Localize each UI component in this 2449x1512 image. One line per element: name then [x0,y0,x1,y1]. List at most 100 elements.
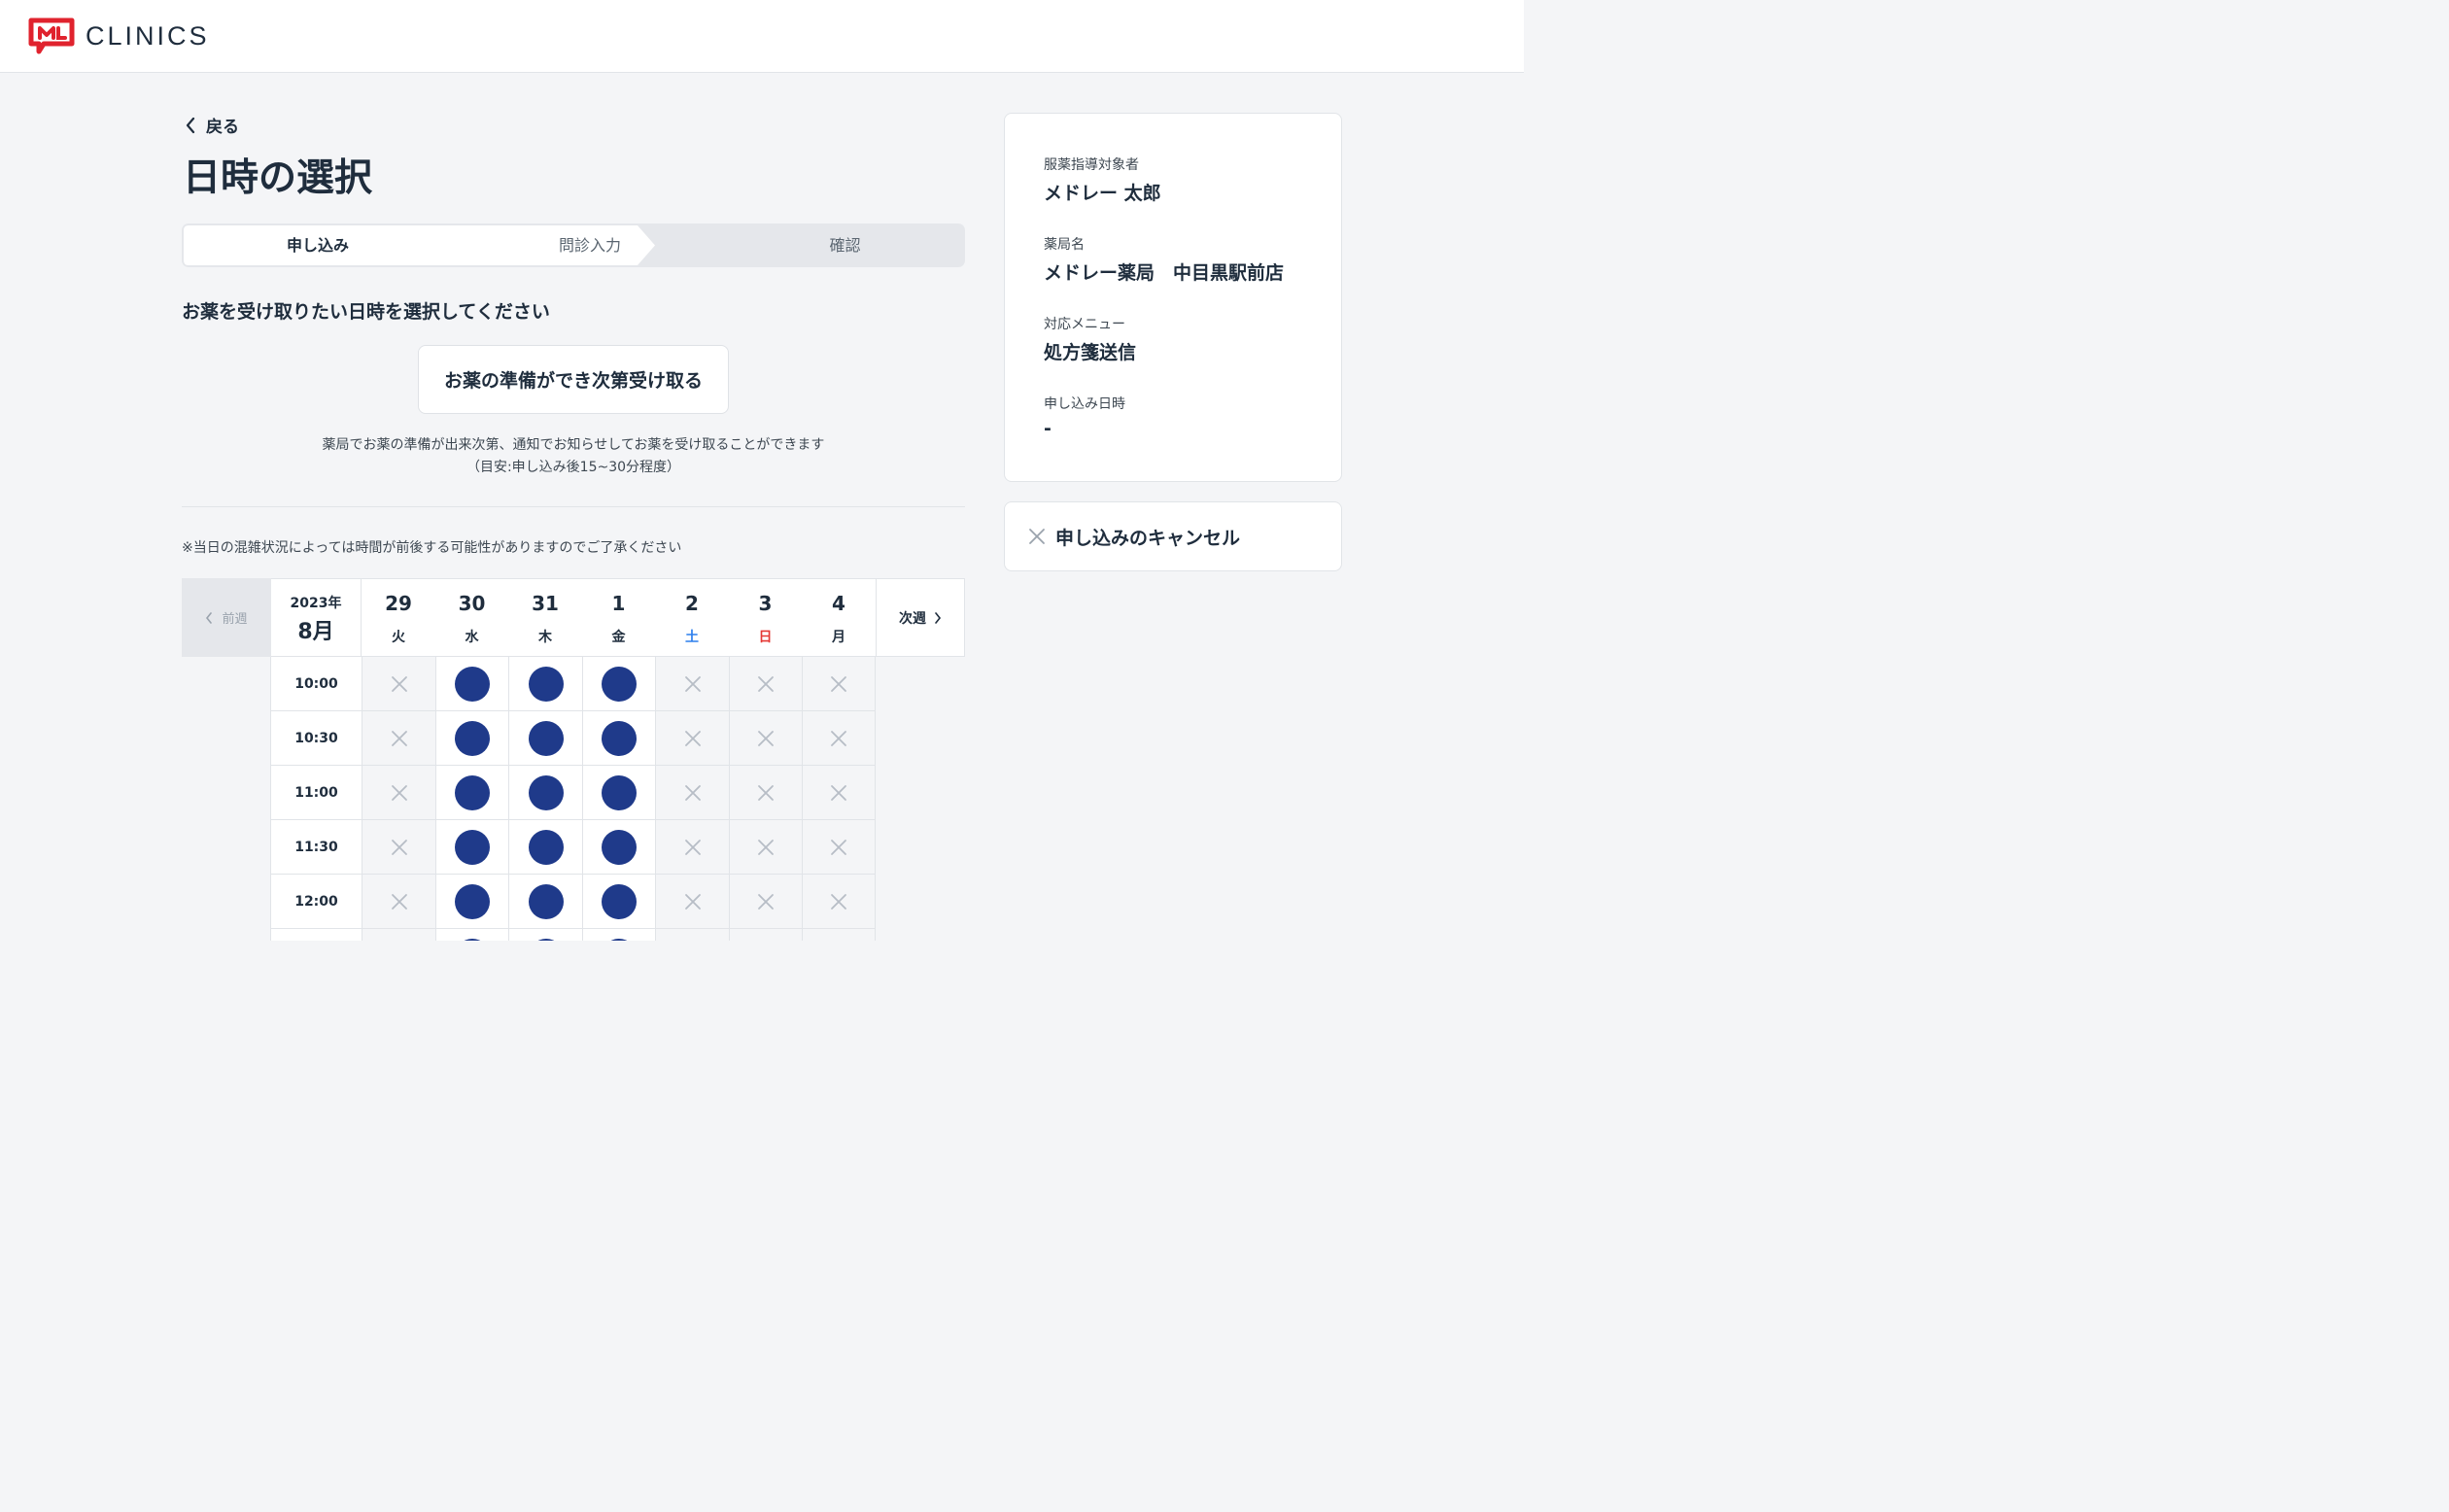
description-line-2: （目安:申し込み後15~30分程度） [466,460,681,475]
prev-week-button[interactable]: 前週 [182,578,271,657]
unavailable-slot [362,820,435,875]
available-slot[interactable] [508,766,582,820]
time-slot-row: 10:30 [270,711,876,766]
day-number: 3 [758,592,773,615]
time-label: 10:30 [270,711,362,766]
available-slot[interactable] [508,657,582,711]
step-questionnaire: 問診入力 [558,236,621,255]
available-dot-icon [528,774,564,810]
unavailable-x-icon [391,839,407,855]
clinics-logo-icon [28,17,75,54]
available-slot[interactable] [508,820,582,875]
unavailable-slot [655,711,729,766]
time-label: 10:00 [270,657,362,711]
unavailable-slot [802,929,876,941]
clinics-logo[interactable]: CLINICS [28,17,210,54]
available-slot[interactable] [582,711,655,766]
unavailable-slot [362,657,435,711]
unavailable-slot [802,657,876,711]
unavailable-slot [362,766,435,820]
month-cell: 2023年 8月 [271,578,362,657]
available-slot[interactable] [508,711,582,766]
description-line-1: 薬局でお薬の準備が出来次第、通知でお知らせしてお薬を受け取ることができます [322,437,825,453]
available-slot[interactable] [508,875,582,929]
available-slot[interactable] [582,657,655,711]
available-slot[interactable] [435,657,508,711]
day-header: 1金 [582,578,655,657]
available-slot[interactable] [435,766,508,820]
calendar-header: 前週 2023年 8月 29 火 30 水 31 木 1 金 2 土 3 日 4 月 次週 [182,578,965,657]
month-label: 8月 [297,620,334,644]
available-dot-icon [455,720,490,756]
back-link[interactable]: 戻る [185,113,239,137]
available-slot[interactable] [508,929,582,941]
available-slot[interactable] [435,820,508,875]
unavailable-slot [729,875,802,929]
unavailable-slot [729,657,802,711]
available-slot[interactable] [582,820,655,875]
available-dot-icon [455,883,490,919]
day-number: 30 [458,592,486,615]
available-slot[interactable] [435,711,508,766]
prev-week-label: 前週 [222,612,248,627]
unavailable-x-icon [684,675,701,692]
pharmacy-value: メドレー薬局 中目黒駅前店 [1044,262,1285,284]
next-week-button[interactable]: 次週 [876,578,965,657]
time-slot-row [270,929,876,941]
step-indicator: 申し込み 問診入力 確認 [182,223,965,267]
cancel-label: 申し込みのキャンセル [1055,527,1241,549]
summary-patient: 服薬指導対象者 メドレー 太郎 [1044,155,1161,205]
unavailable-x-icon [684,839,701,855]
time-label: 11:00 [270,766,362,820]
day-number: 1 [611,592,626,615]
unavailable-x-icon [684,784,701,801]
available-dot-icon [528,829,564,865]
unavailable-slot [729,766,802,820]
receive-when-ready-button[interactable]: お薬の準備ができ次第受け取る [418,345,729,414]
available-slot[interactable] [435,875,508,929]
available-slot[interactable] [582,929,655,941]
day-header: 4月 [802,578,876,657]
patient-label: 服薬指導対象者 [1044,157,1139,173]
available-slot[interactable] [582,766,655,820]
receive-when-ready-description: 薬局でお薬の準備が出来次第、通知でお知らせしてお薬を受け取ることができます （目… [182,434,965,479]
patient-value: メドレー 太郎 [1044,183,1161,204]
day-header: 2土 [655,578,729,657]
datetime-label: 申し込み日時 [1044,396,1125,412]
step-confirm: 確認 [829,236,861,255]
unavailable-x-icon [758,730,774,746]
available-dot-icon [602,774,637,810]
close-icon [1029,529,1045,544]
day-number: 29 [385,592,412,615]
available-slot[interactable] [582,875,655,929]
year-label: 2023年 [290,596,342,611]
back-label: 戻る [206,118,239,137]
time-label [270,929,362,941]
top-bar: CLINICS [0,0,1524,73]
available-slot[interactable] [435,929,508,941]
available-dot-icon [528,666,564,702]
cancel-application-button[interactable]: 申し込みのキャンセル [1004,501,1342,571]
step-apply: 申し込み [286,236,349,255]
unavailable-slot [802,711,876,766]
available-dot-icon [528,720,564,756]
unavailable-x-icon [758,839,774,855]
available-dot-icon [528,938,564,941]
unavailable-slot [729,711,802,766]
day-weekday: 土 [685,630,699,645]
day-number: 2 [685,592,699,615]
time-slot-row: 11:00 [270,766,876,820]
available-dot-icon [455,938,490,941]
available-dot-icon [602,883,637,919]
unavailable-x-icon [758,893,774,910]
day-header: 30 水 [435,578,508,657]
unavailable-slot [362,875,435,929]
summary-datetime: 申し込み日時 - [1044,394,1125,439]
time-slot-row: 10:00 [270,657,876,711]
unavailable-x-icon [684,730,701,746]
unavailable-slot [655,657,729,711]
page-title: 日時の選択 [183,156,373,200]
unavailable-x-icon [391,784,407,801]
available-dot-icon [602,720,637,756]
unavailable-slot [362,929,435,941]
